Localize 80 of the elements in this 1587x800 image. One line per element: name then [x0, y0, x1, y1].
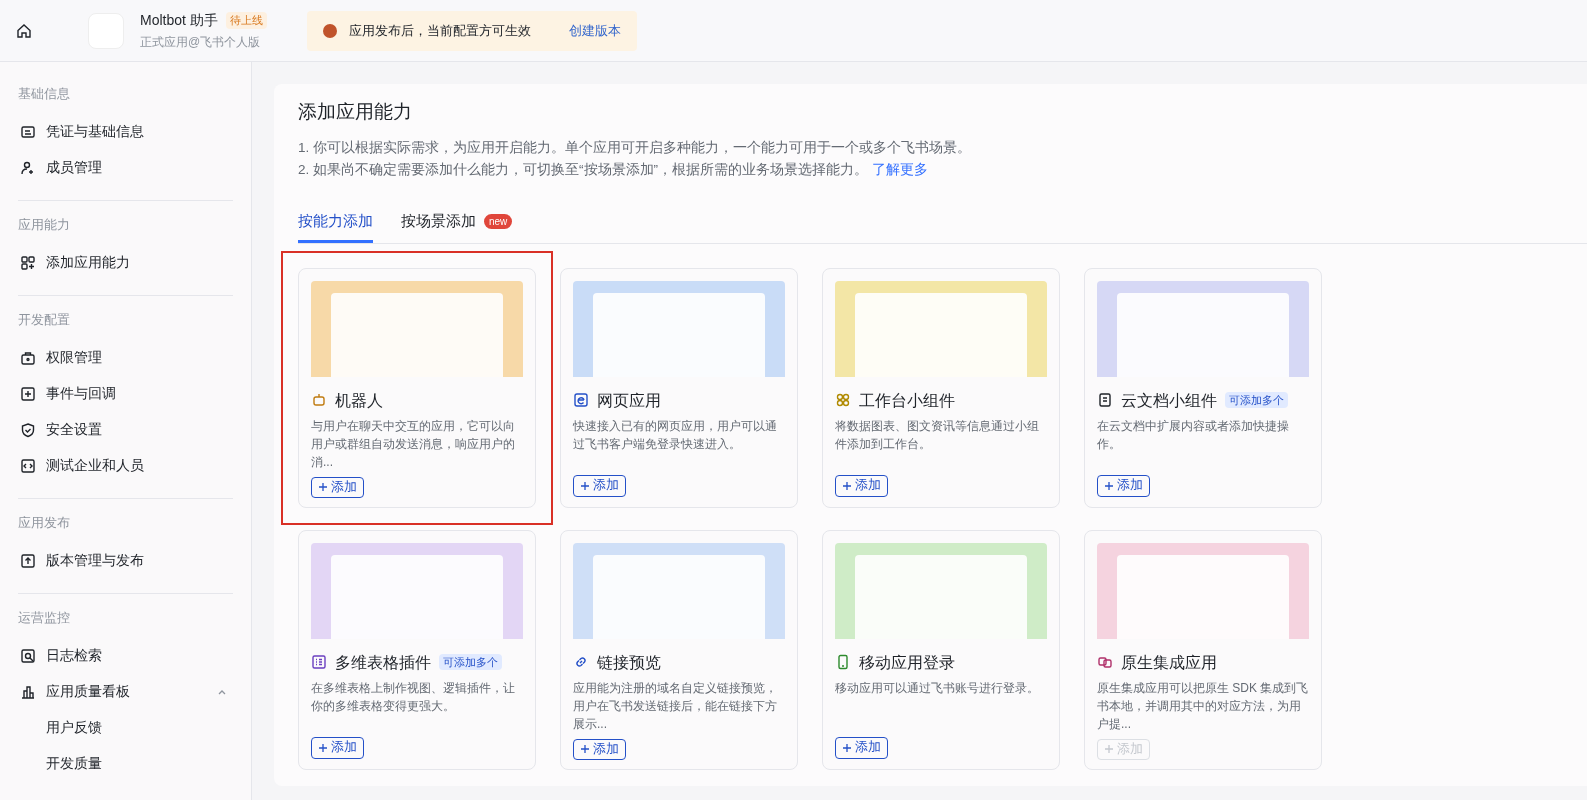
page-title: 添加应用能力	[298, 100, 413, 124]
plus-icon	[842, 742, 852, 753]
sidebar-item[interactable]: 版本管理与发布	[18, 543, 233, 579]
card-description: 将数据图表、图文资讯等信息通过小组件添加到工作台。	[835, 417, 1040, 453]
status-badge: 待上线	[225, 12, 267, 29]
home-icon[interactable]	[16, 22, 32, 39]
plus-icon	[580, 744, 590, 755]
add-button[interactable]: 添加	[573, 738, 626, 760]
sidebar-subitem[interactable]: 用户反馈	[18, 710, 233, 746]
card-title: 工作台小组件	[859, 390, 955, 411]
card-description: 移动应用可以通过飞书账号进行登录。	[835, 679, 1040, 697]
add-button[interactable]: 添加	[573, 474, 626, 497]
new-badge: new	[484, 213, 513, 229]
sidebar-item[interactable]: 权限管理	[18, 340, 233, 376]
card-icon	[311, 392, 327, 409]
card-description: 原生集成应用可以把原生 SDK 集成到飞书本地，并调用其中的对应方法，为用户提...	[1097, 679, 1309, 733]
card-title: 机器人	[335, 390, 383, 411]
add-button[interactable]: 添加	[835, 474, 888, 497]
sidebar-item-icon	[20, 124, 36, 140]
plus-icon	[580, 480, 590, 491]
card-icon	[1097, 392, 1113, 409]
sidebar-item[interactable]: 安全设置	[18, 412, 233, 448]
multi-badge: 可添加多个	[1225, 391, 1288, 409]
card-title: 原生集成应用	[1121, 652, 1217, 673]
plus-icon	[1104, 480, 1114, 491]
sidebar-item-icon	[20, 458, 36, 474]
sidebar-item[interactable]: 成员管理	[18, 150, 233, 186]
app-type: 正式应用@飞书个人版	[140, 34, 262, 51]
sidebar-item-icon	[20, 350, 36, 366]
sidebar-item[interactable]: 添加应用能力	[18, 245, 233, 281]
sidebar-item-icon	[20, 255, 36, 271]
sidebar-item[interactable]: 日志检索	[18, 638, 233, 674]
sidebar-item-icon	[20, 160, 36, 176]
card-description: 与用户在聊天中交互的应用，它可以向用户或群组自动发送消息，响应用户的消...	[311, 417, 516, 471]
card-icon	[311, 654, 327, 671]
card-description: 应用能为注册的域名自定义链接预览，用户在飞书发送链接后，能在链接下方展示...	[573, 679, 778, 733]
instruction-text: 1. 你可以根据实际需求，为应用开启能力。单个应用可开启多种能力，一个能力可用于一个或多个飞书场景。	[298, 138, 972, 157]
card-title: 链接预览	[597, 652, 661, 673]
create-version-link[interactable]: 创建版本	[568, 20, 621, 41]
plus-icon	[318, 742, 328, 753]
add-button[interactable]: 添加	[835, 736, 888, 759]
card-icon	[835, 654, 851, 671]
multi-badge: 可添加多个	[439, 653, 502, 671]
sidebar-item[interactable]: 测试企业和人员	[18, 448, 233, 484]
card-title: 移动应用登录	[859, 652, 955, 673]
section-heading: 运营监控	[18, 609, 71, 627]
sidebar-item-icon	[20, 684, 36, 700]
card-description: 在多维表格上制作视图、逻辑插件，让你的多维表格变得更强大。	[311, 679, 516, 715]
sidebar-item-icon	[20, 553, 36, 569]
card-title: 网页应用	[597, 390, 661, 411]
section-heading: 开发配置	[18, 311, 71, 329]
add-button[interactable]: 添加	[1097, 474, 1150, 497]
sidebar-item-icon	[20, 422, 36, 438]
plus-icon	[1104, 744, 1114, 755]
card-icon	[835, 392, 851, 409]
instruction-text: 2. 如果尚不确定需要添加什么能力，可切换至“按场景添加”，根据所需的业务场景选择能力。 了解更多	[298, 160, 929, 179]
plus-icon	[842, 480, 852, 491]
section-heading: 应用能力	[18, 216, 71, 234]
sidebar-item-icon	[20, 648, 36, 664]
section-heading: 基础信息	[18, 85, 71, 103]
notice-text: 应用发布后，当前配置方可生效	[348, 21, 531, 40]
card-description: 在云文档中扩展内容或者添加快捷操作。	[1097, 417, 1290, 453]
sidebar-item[interactable]: 应用质量看板	[18, 674, 233, 710]
card-icon	[1097, 654, 1113, 671]
app-name: Moltbot 助手	[140, 11, 218, 30]
sidebar-subitem[interactable]: 开发质量	[18, 746, 233, 782]
card-title: 云文档小组件	[1121, 390, 1217, 411]
tab[interactable]: 按能力添加	[298, 202, 373, 243]
add-button[interactable]: 添加	[311, 476, 364, 498]
add-button[interactable]: 添加	[311, 736, 364, 759]
learn-more-link[interactable]: 了解更多	[872, 161, 928, 177]
tab[interactable]: 按场景添加 new	[401, 202, 513, 243]
section-heading: 应用发布	[18, 514, 71, 532]
sidebar-item[interactable]: 凭证与基础信息	[18, 114, 233, 150]
card-description: 快速接入已有的网页应用，用户可以通过飞书客户端免登录快速进入。	[573, 417, 778, 453]
sidebar-item-icon	[20, 386, 36, 402]
sidebar-item[interactable]: 事件与回调	[18, 376, 233, 412]
plus-icon	[318, 482, 328, 493]
card-title: 多维表格插件	[335, 652, 431, 673]
card-icon	[573, 392, 589, 409]
